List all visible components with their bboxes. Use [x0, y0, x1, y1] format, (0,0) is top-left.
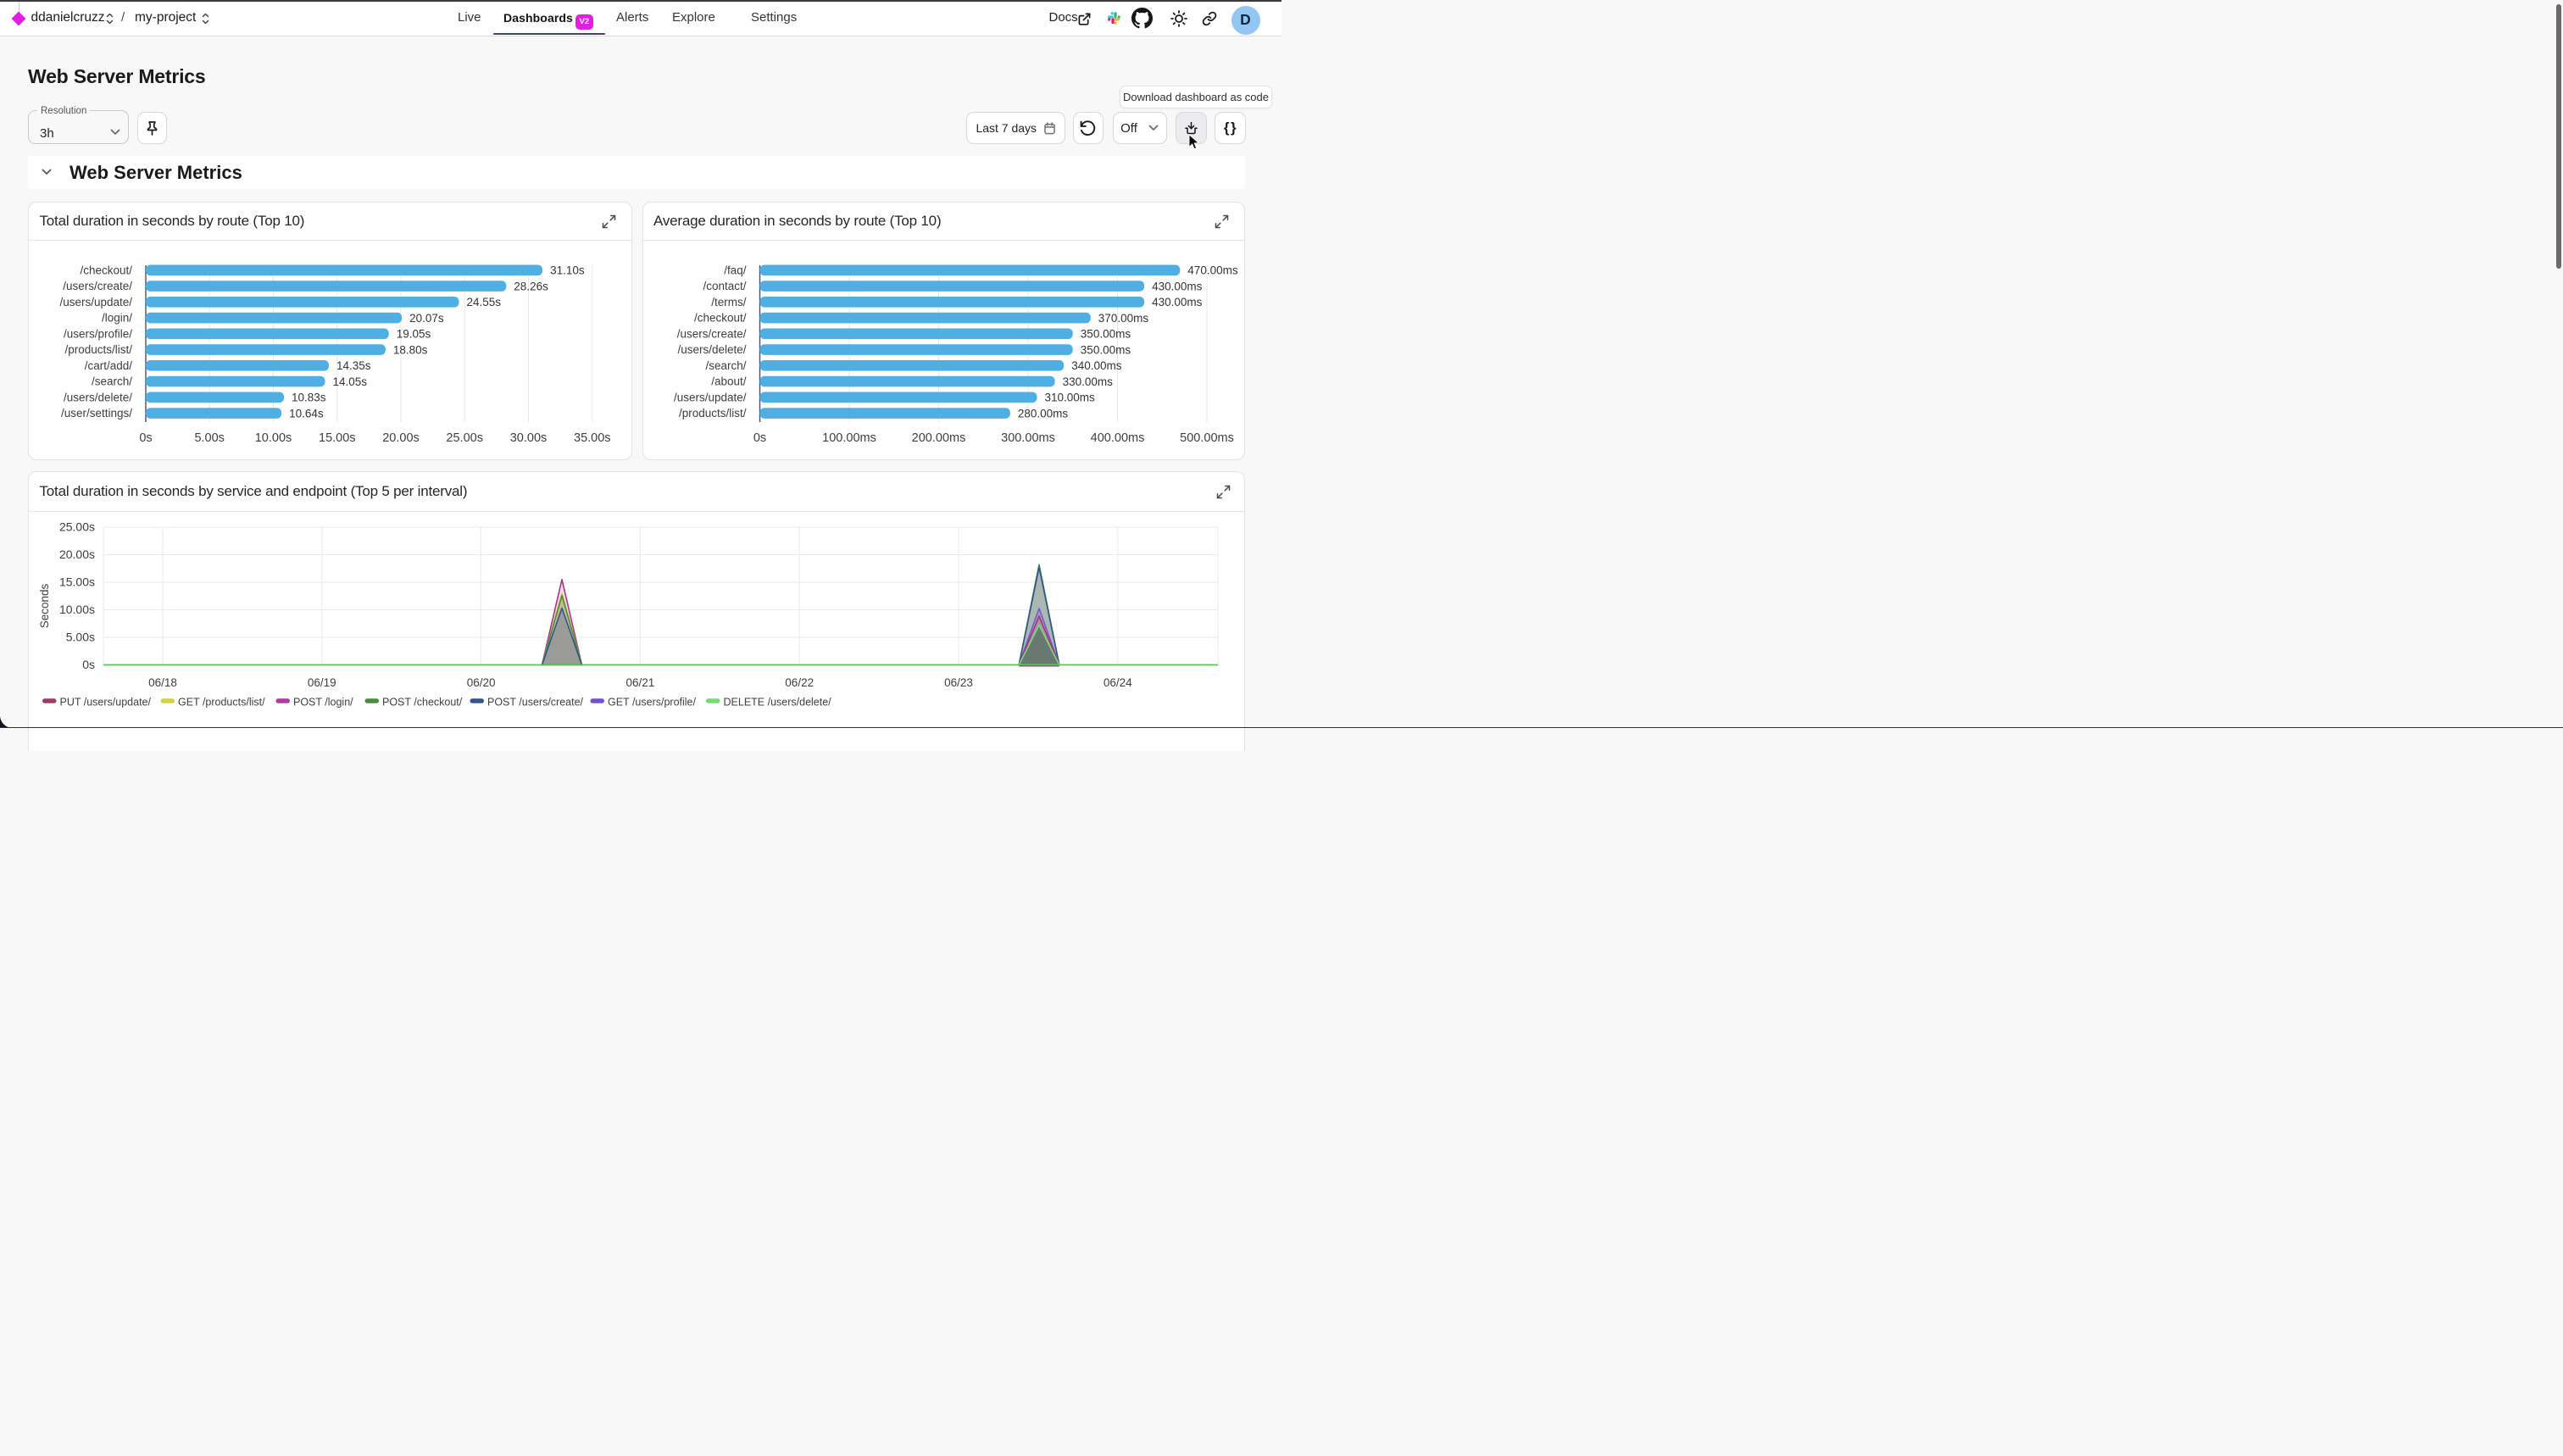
svg-text:20.00s: 20.00s: [382, 431, 420, 445]
svg-text:340.00ms: 340.00ms: [1071, 359, 1122, 372]
svg-text:14.35s: 14.35s: [336, 359, 371, 372]
svg-text:18.80s: 18.80s: [393, 343, 428, 356]
svg-text:15.00s: 15.00s: [59, 575, 95, 589]
svg-text:430.00ms: 430.00ms: [1152, 280, 1203, 292]
svg-text:430.00ms: 430.00ms: [1152, 296, 1203, 308]
svg-text:POST /users/create/: POST /users/create/: [487, 697, 584, 709]
svg-text:Seconds: Seconds: [38, 583, 51, 628]
svg-text:/users/create/: /users/create/: [676, 327, 746, 340]
svg-text:5.00s: 5.00s: [194, 431, 224, 445]
svg-text:10.00s: 10.00s: [255, 431, 292, 445]
svg-text:100.00ms: 100.00ms: [822, 431, 876, 445]
svg-text:06/23: 06/23: [944, 676, 973, 689]
svg-text:POST /checkout/: POST /checkout/: [382, 697, 463, 709]
svg-text:500.00ms: 500.00ms: [1180, 431, 1234, 445]
svg-text:300.00ms: 300.00ms: [1001, 431, 1055, 445]
svg-text:/user/settings/: /user/settings/: [61, 407, 132, 420]
svg-text:20.00s: 20.00s: [59, 547, 95, 561]
svg-text:15.00s: 15.00s: [319, 431, 356, 445]
svg-text:DELETE /users/delete/: DELETE /users/delete/: [724, 697, 832, 709]
svg-text:31.10s: 31.10s: [550, 264, 585, 276]
svg-text:GET /products/list/: GET /products/list/: [178, 697, 265, 709]
svg-text:/cart/add/: /cart/add/: [85, 358, 133, 371]
svg-text:POST /login/: POST /login/: [293, 697, 353, 709]
svg-text:06/24: 06/24: [1104, 676, 1132, 689]
svg-text:19.05s: 19.05s: [397, 327, 431, 340]
svg-text:PUT /users/update/: PUT /users/update/: [60, 697, 152, 709]
svg-text:/faq/: /faq/: [724, 264, 747, 276]
svg-text:/checkout/: /checkout/: [693, 311, 746, 324]
svg-text:20.07s: 20.07s: [409, 311, 444, 324]
svg-text:/users/create/: /users/create/: [63, 280, 132, 292]
svg-text:/about/: /about/: [711, 375, 747, 387]
svg-text:/search/: /search/: [705, 358, 746, 371]
svg-text:370.00ms: 370.00ms: [1098, 311, 1148, 324]
svg-text:24.55s: 24.55s: [467, 296, 502, 308]
svg-text:28.26s: 28.26s: [514, 280, 548, 292]
svg-text:06/21: 06/21: [626, 676, 655, 689]
svg-text:310.00ms: 310.00ms: [1044, 391, 1095, 403]
svg-text:30.00s: 30.00s: [510, 431, 548, 445]
svg-text:14.05s: 14.05s: [333, 375, 368, 387]
svg-text:400.00ms: 400.00ms: [1090, 431, 1144, 445]
svg-text:0s: 0s: [139, 431, 152, 445]
svg-text:/login/: /login/: [102, 311, 132, 324]
svg-text:/products/list/: /products/list/: [64, 343, 132, 356]
svg-text:/contact/: /contact/: [703, 280, 746, 292]
svg-text:/checkout/: /checkout/: [80, 264, 132, 276]
svg-text:/users/delete/: /users/delete/: [677, 343, 746, 356]
svg-text:350.00ms: 350.00ms: [1080, 327, 1131, 340]
svg-text:25.00s: 25.00s: [446, 431, 483, 445]
svg-text:/users/update/: /users/update/: [59, 295, 132, 308]
svg-text:/products/list/: /products/list/: [678, 407, 746, 420]
svg-text:10.00s: 10.00s: [59, 603, 95, 616]
svg-text:/users/update/: /users/update/: [673, 391, 746, 403]
svg-text:350.00ms: 350.00ms: [1080, 343, 1131, 356]
svg-text:0s: 0s: [82, 658, 95, 671]
svg-text:06/18: 06/18: [148, 676, 177, 689]
svg-text:06/20: 06/20: [467, 676, 496, 689]
svg-text:0s: 0s: [753, 431, 765, 445]
svg-text:10.83s: 10.83s: [292, 391, 326, 403]
svg-text:06/19: 06/19: [308, 676, 336, 689]
svg-text:280.00ms: 280.00ms: [1017, 407, 1068, 420]
svg-text:25.00s: 25.00s: [59, 520, 95, 534]
svg-text:/terms/: /terms/: [711, 295, 747, 308]
svg-text:/search/: /search/: [92, 375, 132, 387]
svg-text:5.00s: 5.00s: [66, 631, 95, 644]
svg-text:200.00ms: 200.00ms: [911, 431, 965, 445]
svg-text:35.00s: 35.00s: [574, 431, 611, 445]
svg-text:330.00ms: 330.00ms: [1062, 375, 1113, 387]
svg-text:470.00ms: 470.00ms: [1187, 264, 1238, 276]
svg-text:/users/delete/: /users/delete/: [64, 391, 132, 403]
svg-text:/users/profile/: /users/profile/: [64, 327, 132, 340]
svg-text:GET /users/profile/: GET /users/profile/: [608, 697, 697, 709]
svg-text:06/22: 06/22: [785, 676, 814, 689]
svg-text:10.64s: 10.64s: [289, 407, 324, 420]
